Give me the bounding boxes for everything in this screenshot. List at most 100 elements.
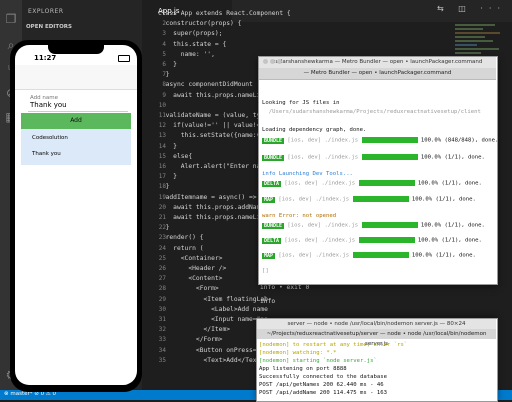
- bundle-meta: [ios, dev] ./index.js: [284, 154, 362, 161]
- bundle-meta: [ios, dev] ./index.js: [275, 196, 353, 203]
- bundle-progress-line: MAP [ios, dev] ./index.js 100.0% (1/1), …: [262, 196, 476, 203]
- bundle-progress-line: BUNDLE [ios, dev] ./index.js 100.0% (1/1…: [262, 154, 485, 161]
- terminal-line: info Launching Dev Tools...: [262, 171, 353, 177]
- code-line: }: [158, 71, 170, 79]
- code-line: </Item>: [158, 326, 231, 334]
- terminal-line: warn Error: not opened: [262, 213, 337, 219]
- progress-bar: [358, 180, 415, 186]
- bundle-progress-line: BUNDLE [ios, dev] ./index.js 100.0% (1/1…: [262, 222, 485, 229]
- code-line: constructor(props) {: [158, 20, 242, 28]
- bundle-meta: [ios, dev] ./index.js: [275, 252, 353, 259]
- bundle-pct: 100.0% (1/1), done.: [408, 252, 476, 259]
- code-line: this.state = {: [158, 40, 227, 48]
- code-line: <Item floatingLab: [158, 295, 268, 303]
- code-line: return (: [158, 244, 204, 252]
- behind-line-1: info • exit 0: [260, 284, 310, 291]
- code-line: this.setState({name:valu: [158, 132, 272, 140]
- bundle-pct: 100.0% (1/1), done.: [417, 154, 485, 161]
- bundle-progress-line: MAP [ios, dev] ./index.js 100.0% (1/1), …: [262, 252, 476, 259]
- bundle-progress-line: DELTA [ios, dev] ./index.js 100.0% (1/1)…: [262, 237, 482, 244]
- code-line: </Form>: [158, 336, 223, 344]
- bundle-meta: [ios, dev] ./index.js: [281, 180, 359, 187]
- bundle-pct: 100.0% (1/1), done.: [414, 237, 482, 244]
- bundle-pct: 100.0% (1/1), done.: [417, 222, 485, 229]
- input-underline: [28, 111, 128, 112]
- bundle-meta: [ios, dev] ./index.js: [284, 137, 362, 144]
- code-line: await this.props.nameList: [158, 214, 268, 221]
- files-icon[interactable]: ❐: [4, 12, 18, 26]
- code-line: <Input name="na: [158, 316, 268, 323]
- progress-bar: [358, 237, 415, 243]
- bundle-pct: 100.0% (848/848), done.: [417, 137, 499, 144]
- editor-actions[interactable]: ⇆ ◫ ···: [437, 4, 506, 13]
- terminal-line: /Users/sudarshanshewkarma/Projects/redux…: [262, 109, 481, 115]
- code-line: <Header />: [158, 265, 227, 272]
- delta-badge: DELTA: [262, 180, 282, 187]
- code-line: <Text>Add</Text>: [158, 356, 265, 364]
- server-terminal-titlebar[interactable]: server — node • node /usr/local/bin/node…: [257, 319, 496, 329]
- sidebar-title: EXPLORER: [28, 8, 64, 15]
- bundle-progress-line: BUNDLE [ios, dev] ./index.js 100.0% (848…: [262, 137, 498, 144]
- close-icon[interactable]: [263, 59, 268, 64]
- progress-bar: [361, 222, 418, 228]
- server-log-line: Successfully connected to the database: [259, 374, 387, 380]
- bundle-meta: [ios, dev] ./index.js: [281, 237, 359, 244]
- code-line: await this.props.nameList(: [158, 91, 272, 99]
- server-terminal-tab[interactable]: ~/Projects/reduxreactnativesetup/server …: [257, 329, 496, 347]
- add-button[interactable]: Add: [21, 113, 131, 129]
- code-line: <Container>: [158, 254, 223, 262]
- terminal-line: Looking for JS files in: [262, 100, 340, 106]
- status-time: 11:27: [34, 54, 57, 62]
- behind-line-2: info: [260, 298, 276, 305]
- bundle-pct: 100.0% (1/1), done.: [408, 196, 476, 203]
- minimize-icon[interactable]: [270, 59, 275, 64]
- delta-badge: DELTA: [262, 237, 282, 244]
- list-item[interactable]: Thank you: [32, 151, 61, 157]
- map-badge: MAP: [262, 196, 276, 203]
- code-line: <Form>: [158, 285, 219, 293]
- open-editors-header[interactable]: OPEN EDITORS: [26, 24, 72, 30]
- bundle-meta: [ios, dev] ./index.js: [284, 222, 362, 229]
- code-line: render() {: [158, 234, 204, 242]
- server-log-line: [nodemon] watching: *.*: [259, 350, 337, 356]
- metro-terminal-titlebar[interactable]: sudarshanshewkarma — Metro Bundler — ope…: [259, 57, 496, 68]
- name-input[interactable]: Thank you: [30, 101, 67, 109]
- code-line: }: [158, 173, 177, 181]
- progress-bar: [352, 196, 409, 202]
- maximize-icon[interactable]: [277, 59, 282, 64]
- line-number: 10: [158, 101, 166, 109]
- code-line: <Button onPress={(): [158, 346, 268, 354]
- code-line: async componentDidMount () {: [158, 81, 272, 89]
- bundle-badge: BUNDLE: [262, 222, 285, 229]
- bundle-badge: BUNDLE: [262, 154, 285, 161]
- metro-terminal-tab[interactable]: — Metro Bundler — open • launchPackager.…: [259, 68, 496, 80]
- code-line: if(value!='' || value!=u: [158, 122, 265, 130]
- code-line: }: [158, 224, 170, 232]
- bundle-progress-line: DELTA [ios, dev] ./index.js 100.0% (1/1)…: [262, 180, 482, 187]
- list-item[interactable]: Codesolution: [32, 135, 68, 141]
- bundle-badge: BUNDLE: [262, 137, 285, 144]
- code-line: addItemname = async() => {: [158, 193, 265, 201]
- server-log-line: App listening on port 8888: [259, 366, 347, 372]
- terminal-prompt[interactable]: []: [262, 268, 269, 274]
- code-line: validateName = (value, type): [158, 112, 272, 119]
- code-line: <Content>: [158, 275, 223, 283]
- bundle-pct: 100.0% (1/1), done.: [414, 180, 482, 187]
- code-line: name: '',: [158, 50, 215, 58]
- server-log-line: POST /api/getNames 200 62.440 ms - 46: [259, 382, 384, 388]
- app-header: [15, 65, 137, 90]
- code-line: }: [158, 61, 177, 68]
- code-line: super(props);: [158, 30, 223, 38]
- code-line: }: [158, 183, 170, 191]
- code-line: <Label>Add name: [158, 305, 268, 313]
- server-log-line: [nodemon] to restart at any time, enter …: [259, 342, 408, 348]
- progress-bar: [352, 252, 409, 258]
- terminal-line: Loading dependency graph, done.: [262, 127, 367, 133]
- map-badge: MAP: [262, 252, 276, 259]
- server-log-line: [nodemon] starting `node server.js`: [259, 358, 377, 364]
- server-log-line: POST /api/addName 200 114.475 ms - 163: [259, 390, 387, 396]
- code-line: }: [158, 142, 177, 150]
- phone-notch: [48, 45, 104, 54]
- code-line: class App extends React.Component {: [158, 10, 291, 17]
- code-line: else{: [158, 152, 193, 160]
